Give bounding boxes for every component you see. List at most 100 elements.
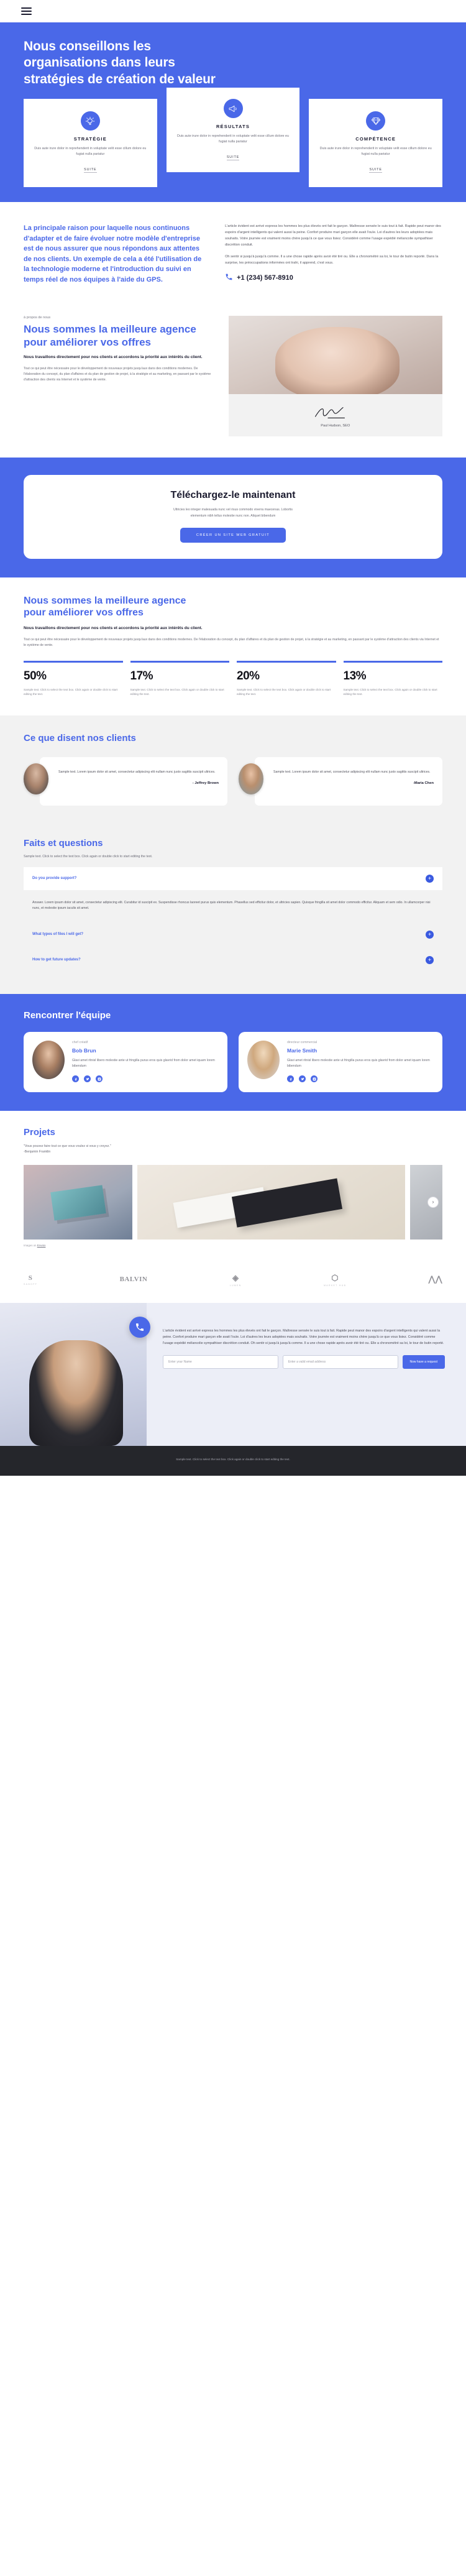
image-credit-link[interactable]: Envato (37, 1244, 46, 1247)
download-cta-section: Téléchargez-le maintenant Ultricies leo … (0, 458, 466, 577)
download-cta-card: Téléchargez-le maintenant Ultricies leo … (24, 475, 442, 559)
project-thumbnail[interactable] (137, 1164, 405, 1240)
plus-icon[interactable]: + (426, 874, 434, 883)
stat-caption: Sample text. Click to select the text bo… (24, 688, 118, 696)
service-card-link[interactable]: SUITE (369, 168, 382, 173)
chevron-right-icon[interactable]: › (427, 1196, 439, 1208)
facebook-icon[interactable] (72, 1075, 79, 1083)
twitter-icon[interactable] (299, 1075, 306, 1083)
contact-portrait-image (0, 1302, 147, 1446)
stat-bar (343, 661, 442, 663)
about-media-column: Paul Hudson, SEO (228, 316, 442, 437)
name-input[interactable] (163, 1355, 278, 1369)
phone-icon[interactable] (129, 1316, 150, 1338)
service-card-text: Duis aute irure dolor in reprehenderit i… (319, 147, 432, 157)
email-input[interactable] (282, 1355, 398, 1369)
about-subtitle: Nous travaillons directement pour nos cl… (24, 354, 203, 359)
social-links (72, 1075, 219, 1083)
client-logo-caption: LUMEN (229, 1284, 242, 1287)
stat-item: 13% Sample text. Click to select the tex… (343, 661, 442, 697)
stat-bar (237, 661, 336, 663)
project-thumbnail[interactable] (24, 1164, 132, 1240)
team-member-role: directeur commercial (287, 1040, 318, 1044)
phone-number: +1 (234) 567-8910 (237, 274, 293, 282)
stats-row: 50% Sample text. Click to select the tex… (24, 661, 442, 697)
hero-section: Nous conseillons les organisations dans … (0, 22, 466, 203)
team-member-body: chef créatif Bob Brun Glavi amet ritnisl… (72, 1041, 219, 1083)
service-card-title: COMPÉTENCE (355, 136, 396, 142)
hamburger-menu-icon[interactable] (21, 7, 32, 15)
plus-icon[interactable]: + (426, 930, 434, 939)
intro-paragraph-1: L'article évident est arrivé express les… (225, 224, 441, 247)
instagram-icon[interactable] (96, 1075, 103, 1083)
faq-question: How to get future updates? (32, 958, 81, 962)
about-eyebrow: à propos de nous (24, 316, 51, 320)
about-title: Nous sommes la meilleure agence pour amé… (24, 323, 196, 348)
stat-item: 50% Sample text. Click to select the tex… (24, 661, 123, 697)
service-card-link[interactable]: SUITE (226, 155, 240, 161)
download-text: Ultricies leo integer malesuada nunc vel… (173, 508, 293, 518)
service-card-text: Duis aute irure dolor in reprehenderit i… (176, 134, 290, 144)
service-card-competence[interactable]: COMPÉTENCE Duis aute irure dolor in repr… (309, 99, 443, 188)
projects-quote-text: "Vous pouvez faire tout ce que vous voul… (24, 1144, 111, 1149)
stats-section: Nous sommes la meilleure agence pour amé… (0, 577, 466, 715)
service-card-link[interactable]: SUITE (84, 168, 97, 173)
team-member-bob: chef créatif Bob Brun Glavi amet ritnisl… (24, 1031, 227, 1093)
download-title: Téléchargez-le maintenant (170, 490, 296, 501)
twitter-icon[interactable] (84, 1075, 91, 1083)
faq-item-0[interactable]: Do you provide support? + (24, 867, 442, 890)
testimonials-title: Ce que disent nos clients (24, 732, 136, 743)
burger-line (21, 7, 32, 9)
burger-line (21, 14, 32, 15)
create-free-website-button[interactable]: CRÉER UN SITE WEB GRATUIT (180, 527, 286, 543)
team-member-marie: directeur commercial Marie Smith Glavi a… (239, 1031, 442, 1093)
client-logo: BALVIN (120, 1276, 148, 1284)
faq-answer: Answer. Lorem ipsum dolor sit amet, cons… (32, 900, 431, 911)
service-card-strategie[interactable]: STRATÉGIE Duis aute irure dolor in repre… (24, 99, 157, 188)
stat-item: 17% Sample text. Click to select the tex… (130, 661, 229, 697)
diamond-icon (366, 111, 386, 131)
hero-title: Nous conseillons les organisations dans … (24, 39, 216, 86)
intro-body-column: L'article évident est arrivé express les… (225, 223, 442, 285)
testimonial-author: - Jeffrey Brown (192, 781, 219, 786)
faq-question: What types of files I will get? (32, 932, 84, 937)
service-card-title: RÉSULTATS (216, 124, 250, 130)
stat-bar (130, 661, 229, 663)
instagram-icon[interactable] (311, 1075, 318, 1083)
testimonial-text: Sample text. Lorem ipsum dolor sit amet,… (273, 770, 431, 774)
footer: Sample text. Click to select the text bo… (0, 1445, 466, 1476)
signature-icon (239, 404, 433, 420)
about-text-column: à propos de nous Nous sommes la meilleur… (24, 316, 214, 436)
projects-section: Projets "Vous pouvez faire tout ce que v… (0, 1111, 466, 1261)
team-member-body: directeur commercial Marie Smith Glavi a… (287, 1040, 434, 1083)
avatar (32, 1040, 65, 1079)
contact-form: Now have a request (163, 1355, 445, 1369)
stat-bar (24, 661, 123, 663)
footer-text: Sample text. Click to select the text bo… (176, 1457, 290, 1461)
team-member-name: Bob Brun (72, 1047, 96, 1054)
about-quote-author: Paul Hudson, SEO (321, 424, 350, 428)
client-logos: S SANOFF BALVIN ◈ LUMEN ⬡ MARKET HUB ⋀⋀ (0, 1260, 466, 1303)
facebook-icon[interactable] (287, 1075, 294, 1083)
stat-value: 50% (24, 669, 47, 683)
testimonial-item: Sample text. Lorem ipsum dolor sit amet,… (239, 757, 442, 806)
service-card-title: STRATÉGIE (73, 136, 107, 142)
stats-title: Nous sommes la meilleure agence pour amé… (24, 595, 186, 619)
service-card-resultats[interactable]: RÉSULTATS Duis aute irure dolor in repre… (166, 88, 300, 173)
faq-item-1[interactable]: What types of files I will get? + (24, 923, 442, 946)
faq-item-2[interactable]: How to get future updates? + (24, 949, 442, 972)
projects-gallery: › (24, 1164, 442, 1240)
plus-icon[interactable]: + (426, 955, 434, 964)
faq-title: Faits et questions (24, 837, 103, 849)
about-body: Tout ce qui peut être nécessaire pour le… (24, 367, 211, 382)
submit-request-button[interactable]: Now have a request (402, 1355, 445, 1369)
intro-lead-text: La principale raison pour laquelle nous … (24, 224, 202, 283)
client-logo: ⬡ MARKET HUB (324, 1273, 346, 1287)
client-logo-mark: S (28, 1274, 33, 1282)
client-logo-mark: ⋀⋀ (428, 1274, 442, 1284)
phone-contact[interactable]: +1 (234) 567-8910 (225, 273, 442, 283)
service-card-text: Duis aute irure dolor in reprehenderit i… (34, 147, 147, 157)
contact-section: L'article évident est arrivé express les… (0, 1302, 466, 1446)
team-section: Rencontrer l'équipe chef créatif Bob Bru… (0, 993, 466, 1111)
megaphone-icon (223, 99, 243, 119)
